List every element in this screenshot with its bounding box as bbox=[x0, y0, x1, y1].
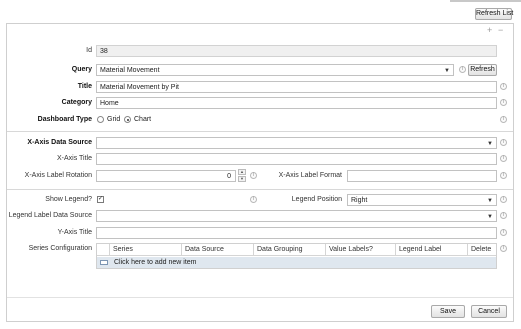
legend-position-select[interactable]: Right ▼ bbox=[347, 194, 497, 206]
column-header-delete[interactable]: Delete bbox=[467, 244, 497, 256]
series-grid-header: Series Data Source Data Grouping Value L… bbox=[97, 244, 496, 256]
add-new-item-row[interactable]: Click here to add new item bbox=[97, 257, 496, 268]
add-row-icon bbox=[100, 260, 108, 265]
show-legend-label: Show Legend? bbox=[45, 196, 92, 203]
x-axis-label-rotation-input[interactable]: 0 bbox=[96, 170, 236, 182]
x-axis-title-label: X-Axis Title bbox=[56, 155, 92, 162]
info-icon[interactable]: i bbox=[459, 66, 466, 73]
series-grid: Series Data Source Data Grouping Value L… bbox=[96, 243, 497, 269]
x-axis-label-format-input[interactable] bbox=[347, 170, 497, 182]
info-icon[interactable]: i bbox=[500, 196, 507, 203]
spin-up-icon[interactable]: ▲ bbox=[238, 169, 246, 175]
radio-grid-label: Grid bbox=[107, 116, 121, 123]
series-configuration-label: Series Configuration bbox=[28, 245, 92, 252]
info-icon[interactable]: i bbox=[500, 116, 507, 123]
chevron-down-icon: ▼ bbox=[487, 214, 493, 220]
title-label: Title bbox=[77, 83, 92, 90]
save-button[interactable]: Save bbox=[431, 305, 465, 318]
refresh-list-button[interactable]: Refresh List bbox=[475, 8, 513, 20]
info-icon[interactable]: i bbox=[500, 83, 507, 90]
show-legend-checkbox[interactable]: ✓ bbox=[97, 196, 104, 203]
legend-position-label: Legend Position bbox=[291, 196, 342, 203]
y-axis-title-input[interactable] bbox=[96, 227, 497, 239]
y-axis-title-label: Y-Axis Title bbox=[57, 229, 92, 236]
id-field: 38 bbox=[96, 45, 497, 57]
id-label: Id bbox=[86, 47, 92, 54]
info-icon[interactable]: i bbox=[250, 172, 257, 179]
column-header-legend-label[interactable]: Legend Label bbox=[395, 244, 467, 256]
plus-icon[interactable]: + bbox=[487, 26, 492, 35]
column-header-data-grouping[interactable]: Data Grouping bbox=[253, 244, 325, 256]
title-input[interactable]: Material Movement by Pit bbox=[96, 81, 497, 93]
chevron-down-icon: ▼ bbox=[444, 68, 450, 74]
x-axis-data-source-select[interactable]: ▼ bbox=[96, 137, 497, 149]
category-label: Category bbox=[61, 99, 92, 106]
radio-chart-label: Chart bbox=[134, 116, 152, 123]
dashboard-editor-page: Refresh List + − Id 38 Query Material Mo… bbox=[0, 0, 521, 329]
top-border bbox=[450, 0, 521, 2]
section-divider bbox=[7, 131, 513, 132]
minus-icon[interactable]: − bbox=[498, 26, 503, 35]
x-axis-label-rotation-label: X-Axis Label Rotation bbox=[24, 172, 92, 179]
column-header-series[interactable]: Series bbox=[109, 244, 181, 256]
cancel-button[interactable]: Cancel bbox=[471, 305, 507, 318]
section-divider bbox=[7, 189, 513, 190]
radio-chart[interactable] bbox=[124, 116, 131, 123]
radio-grid[interactable] bbox=[97, 116, 104, 123]
x-axis-data-source-label: X-Axis Data Source bbox=[27, 139, 92, 146]
query-refresh-button[interactable]: Refresh bbox=[468, 64, 497, 76]
chevron-down-icon: ▼ bbox=[487, 141, 493, 147]
info-icon[interactable]: i bbox=[250, 196, 257, 203]
query-label: Query bbox=[71, 66, 92, 73]
chevron-down-icon: ▼ bbox=[487, 198, 493, 204]
info-icon[interactable]: i bbox=[500, 155, 507, 162]
x-axis-label-format-label: X-Axis Label Format bbox=[278, 172, 342, 179]
info-icon[interactable]: i bbox=[500, 229, 507, 236]
category-input[interactable]: Home bbox=[96, 97, 497, 109]
info-icon[interactable]: i bbox=[500, 245, 507, 252]
query-value: Material Movement bbox=[100, 67, 160, 74]
footer-divider bbox=[7, 297, 513, 298]
spin-down-icon[interactable]: ▼ bbox=[238, 176, 246, 182]
add-new-item-text: Click here to add new item bbox=[114, 259, 197, 266]
legend-label-data-source-label: Legend Label Data Source bbox=[8, 212, 92, 219]
info-icon[interactable]: i bbox=[500, 139, 507, 146]
x-axis-title-input[interactable] bbox=[96, 153, 497, 165]
dashboard-type-label: Dashboard Type bbox=[37, 116, 92, 123]
info-icon[interactable]: i bbox=[500, 99, 507, 106]
column-header-data-source[interactable]: Data Source bbox=[181, 244, 253, 256]
query-select[interactable]: Material Movement ▼ bbox=[96, 64, 454, 76]
legend-position-value: Right bbox=[351, 197, 368, 204]
info-icon[interactable]: i bbox=[500, 172, 507, 179]
info-icon[interactable]: i bbox=[500, 212, 507, 219]
column-header-value-labels[interactable]: Value Labels? bbox=[325, 244, 395, 256]
legend-label-data-source-select[interactable]: ▼ bbox=[96, 210, 497, 222]
